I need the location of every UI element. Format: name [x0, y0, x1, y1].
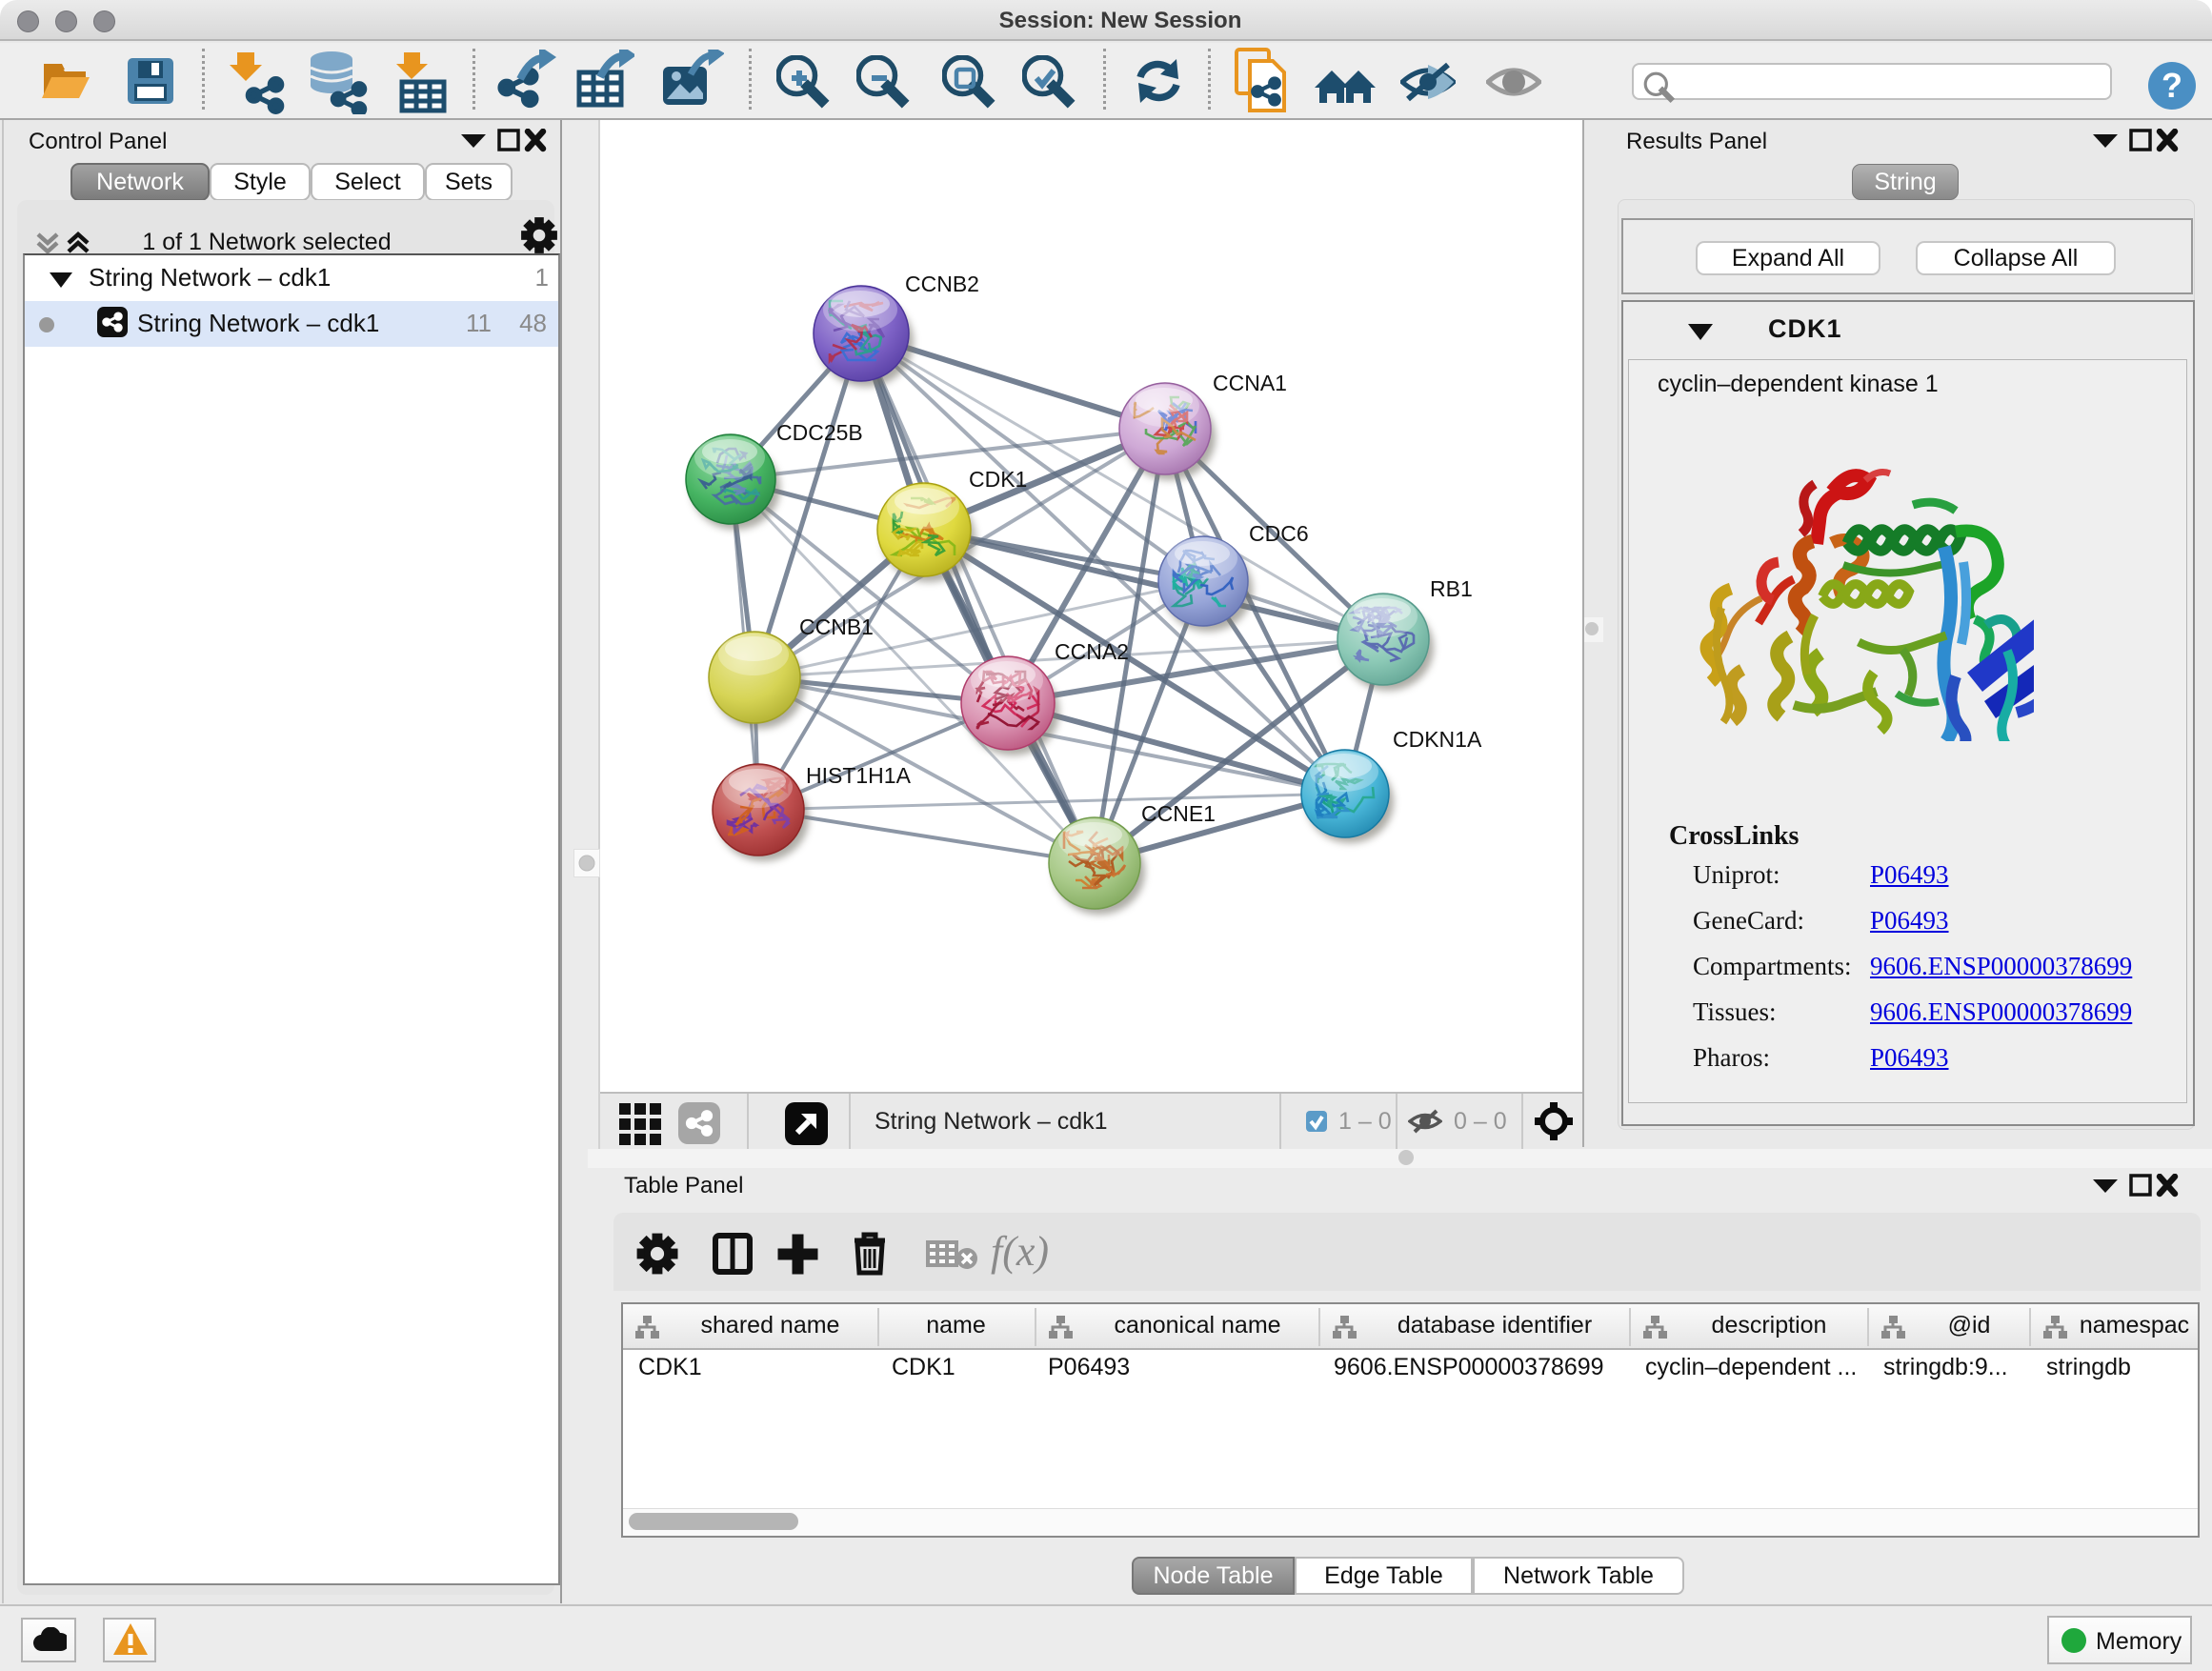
svg-text:CCNB1: CCNB1	[799, 614, 874, 639]
svg-text:CDC25B: CDC25B	[776, 420, 863, 445]
svg-text:CCNA2: CCNA2	[1055, 639, 1129, 664]
svg-text:CCNA1: CCNA1	[1213, 371, 1287, 395]
svg-text:CDKN1A: CDKN1A	[1393, 727, 1482, 752]
svg-text:RB1: RB1	[1430, 576, 1473, 601]
svg-text:CDC6: CDC6	[1249, 521, 1309, 546]
svg-text:CDK1: CDK1	[969, 467, 1027, 492]
svg-text:HIST1H1A: HIST1H1A	[806, 763, 912, 788]
svg-text:CCNB2: CCNB2	[905, 272, 979, 296]
svg-text:?: ?	[2162, 66, 2182, 105]
svg-text:CCNE1: CCNE1	[1141, 801, 1216, 826]
